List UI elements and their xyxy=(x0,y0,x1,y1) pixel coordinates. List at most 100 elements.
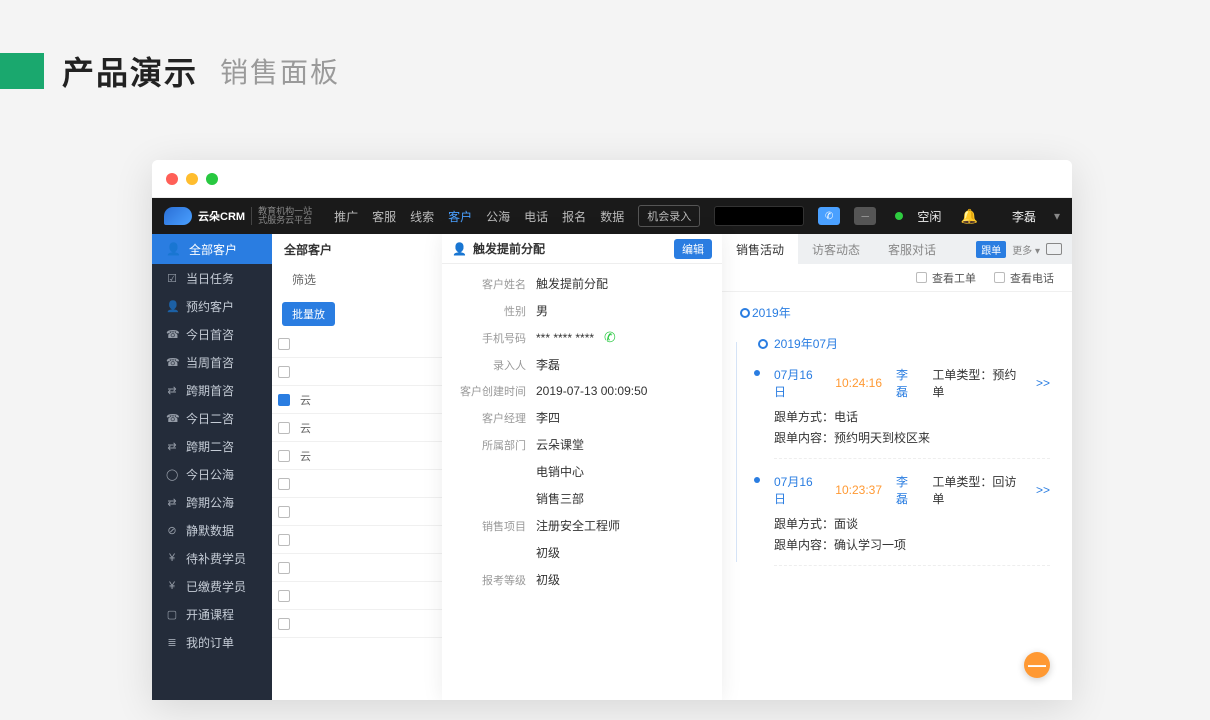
field-value: 李四 xyxy=(536,409,560,426)
sidebar-item-label: 当周首咨 xyxy=(186,354,234,371)
row-checkbox[interactable] xyxy=(278,590,290,602)
detail-field: 客户姓名触发提前分配 xyxy=(442,270,722,297)
entry-type: 工单类型：预约单 xyxy=(932,366,1022,400)
more-dropdown[interactable]: 更多 ▾ xyxy=(1012,242,1040,257)
table-row[interactable] xyxy=(272,582,466,610)
sidebar-item-10[interactable]: ¥待补费学员 xyxy=(152,544,272,572)
maximize-icon[interactable] xyxy=(206,173,218,185)
nav-item-3[interactable]: 客户 xyxy=(448,208,472,225)
nav-item-7[interactable]: 数据 xyxy=(600,208,624,225)
detail-field: 客户经理李四 xyxy=(442,404,722,431)
checkbox[interactable] xyxy=(916,272,927,283)
phone-icon[interactable]: ✆ xyxy=(604,329,616,346)
nav-item-4[interactable]: 公海 xyxy=(486,208,510,225)
sidebar-item-3[interactable]: ☎ 当周首咨 xyxy=(152,348,272,376)
activity-tab-1[interactable]: 访客动态 xyxy=(798,234,874,264)
sidebar-item-13[interactable]: ≣我的订单 xyxy=(152,628,272,656)
status-indicator xyxy=(895,212,903,220)
fab-button[interactable]: — xyxy=(1024,652,1050,678)
sidebar-icon: ☎ xyxy=(166,356,178,369)
entry-time: 10:24:16 xyxy=(835,376,882,390)
bulk-action-button[interactable]: 批量放 xyxy=(282,302,335,326)
edit-button[interactable]: 编辑 xyxy=(674,239,712,259)
table-row[interactable] xyxy=(272,470,466,498)
sidebar-item-9[interactable]: ⊘静默数据 xyxy=(152,516,272,544)
nav-item-2[interactable]: 线索 xyxy=(410,208,434,225)
filter-check-1[interactable]: 查看电话 xyxy=(994,270,1054,286)
close-icon[interactable] xyxy=(166,173,178,185)
sidebar-icon: 👤 xyxy=(166,300,178,313)
content-label: 跟单内容： xyxy=(774,538,834,552)
table-row[interactable]: 云 xyxy=(272,414,466,442)
search-input[interactable] xyxy=(714,206,804,226)
sidebar-item-1[interactable]: 👤预约客户 xyxy=(152,292,272,320)
opportunity-button[interactable]: 机会录入 xyxy=(638,205,700,227)
detail-header: 👤 触发提前分配 编辑 xyxy=(442,234,722,264)
brand-logo[interactable]: 云朵CRM 教育机构一站 式服务云平台 xyxy=(164,207,312,226)
sidebar-item-11[interactable]: ¥已缴费学员 xyxy=(152,572,272,600)
user-name[interactable]: 李磊 xyxy=(1012,208,1036,225)
sidebar-item-7[interactable]: ◯今日公海 xyxy=(152,460,272,488)
sidebar-icon: ▢ xyxy=(166,608,178,621)
table-row[interactable] xyxy=(272,498,466,526)
sidebar-item-2[interactable]: ☎今日首咨 xyxy=(152,320,272,348)
sidebar-item-4[interactable]: ⇄ 跨期首咨 xyxy=(152,376,272,404)
timeline-line xyxy=(736,342,737,562)
detail-field: 录入人李磊 xyxy=(442,351,722,378)
entry-user: 李磊 xyxy=(896,366,918,400)
nav-item-5[interactable]: 电话 xyxy=(524,208,548,225)
expand-button[interactable]: >> xyxy=(1036,483,1050,497)
sidebar-item-6[interactable]: ⇄跨期二咨 xyxy=(152,432,272,460)
field-label: 报考等级 xyxy=(454,572,526,588)
row-checkbox[interactable] xyxy=(278,506,290,518)
row-checkbox[interactable] xyxy=(278,562,290,574)
nav-item-1[interactable]: 客服 xyxy=(372,208,396,225)
chevron-down-icon[interactable]: ▾ xyxy=(1054,209,1060,223)
activity-tab-0[interactable]: 销售活动 xyxy=(722,234,798,264)
timeline-entry: 07月16日10:23:37李磊工单类型：回访单>>跟单方式：面谈跟单内容：确认… xyxy=(774,473,1050,566)
followup-badge[interactable]: 跟单 xyxy=(976,241,1006,258)
checkbox[interactable] xyxy=(994,272,1005,283)
row-checkbox[interactable] xyxy=(278,394,290,406)
sidebar-item-label: 跨期首咨 xyxy=(186,382,234,399)
expand-button[interactable]: >> xyxy=(1036,376,1050,390)
sidebar-item-5[interactable]: ☎今日二咨 xyxy=(152,404,272,432)
minimize-icon[interactable] xyxy=(186,173,198,185)
hangup-button[interactable]: ⏤ xyxy=(854,207,876,225)
row-checkbox[interactable] xyxy=(278,422,290,434)
bell-icon[interactable]: 🔔 xyxy=(961,208,978,225)
panel-layout-icon[interactable] xyxy=(1046,243,1062,255)
select-all-checkbox[interactable] xyxy=(278,338,290,350)
filter-check-0[interactable]: 查看工单 xyxy=(916,270,976,286)
check-label: 查看工单 xyxy=(932,270,976,286)
sidebar-header[interactable]: 👤 全部客户 xyxy=(152,234,272,264)
sidebar-item-8[interactable]: ⇄跨期公海 xyxy=(152,488,272,516)
row-text: 云 xyxy=(300,420,311,436)
call-button[interactable]: ✆ xyxy=(818,207,840,225)
row-checkbox[interactable] xyxy=(278,366,290,378)
list-filter[interactable]: 筛选 xyxy=(272,264,466,294)
table-row[interactable]: 云 xyxy=(272,442,466,470)
entry-user: 李磊 xyxy=(896,473,918,507)
row-checkbox[interactable] xyxy=(278,450,290,462)
row-checkbox[interactable] xyxy=(278,478,290,490)
row-checkbox[interactable] xyxy=(278,618,290,630)
sidebar-icon: ⇄ xyxy=(166,384,178,397)
table-row[interactable]: 云 xyxy=(272,386,466,414)
table-row[interactable] xyxy=(272,358,466,386)
check-label: 查看电话 xyxy=(1010,270,1054,286)
field-label: 录入人 xyxy=(454,357,526,373)
row-checkbox[interactable] xyxy=(278,534,290,546)
table-row[interactable] xyxy=(272,526,466,554)
sidebar-item-0[interactable]: ☑当日任务 xyxy=(152,264,272,292)
table-row[interactable] xyxy=(272,554,466,582)
nav-item-0[interactable]: 推广 xyxy=(334,208,358,225)
sidebar-icon: ☎ xyxy=(166,412,178,425)
sidebar-item-label: 我的订单 xyxy=(186,634,234,651)
row-text: 云 xyxy=(300,448,311,464)
activity-tab-2[interactable]: 客服对话 xyxy=(874,234,950,264)
nav-item-6[interactable]: 报名 xyxy=(562,208,586,225)
table-row[interactable] xyxy=(272,610,466,638)
field-label: 所属部门 xyxy=(454,437,526,453)
sidebar-item-12[interactable]: ▢开通课程 xyxy=(152,600,272,628)
